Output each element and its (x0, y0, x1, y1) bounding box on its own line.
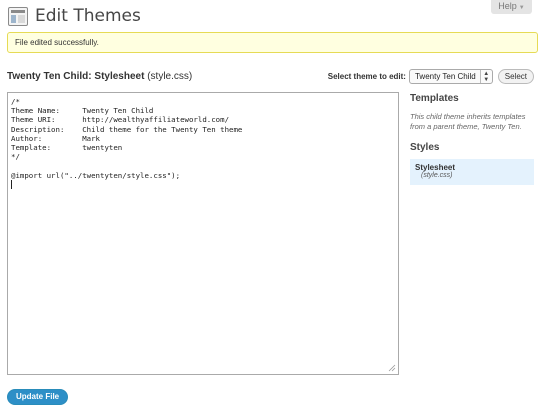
file-path: (style.css) (421, 172, 453, 179)
file-sidebar: Templates This child theme inherits temp… (410, 93, 534, 185)
code-line: Theme Name: Twenty Ten Child (11, 106, 154, 116)
theme-select-label: Select theme to edit: (327, 72, 406, 81)
templates-description: This child theme inherits templates from… (410, 112, 526, 131)
theme-select-dropdown[interactable]: Twenty Ten Child ▲ ▼ (408, 69, 493, 84)
page-title: Edit Themes (35, 6, 141, 26)
help-tab[interactable]: Help ▼ (491, 0, 532, 14)
code-line: /* (11, 97, 20, 106)
file-name: Stylesheet (415, 163, 456, 172)
page-header: Edit Themes (8, 5, 141, 27)
resize-grip-icon[interactable] (388, 364, 396, 372)
sidebar-file-stylesheet[interactable]: Stylesheet (style.css) (410, 159, 534, 185)
file-heading: Twenty Ten Child: Stylesheet (style.css) (7, 71, 192, 82)
chevron-down-icon: ▼ (518, 5, 525, 11)
code-line: */ (11, 152, 20, 162)
code-line: @import url("../twentyten/style.css"); (11, 170, 181, 180)
update-file-button[interactable]: Update File (7, 389, 69, 405)
help-label: Help (498, 1, 517, 11)
code-line: Theme URI: http://wealthyaffiliateworld.… (11, 115, 230, 125)
appearance-icon (8, 6, 28, 26)
file-heading-filename: (style.css) (147, 71, 193, 82)
code-editor[interactable]: /* Theme Name: Twenty Ten Child Theme UR… (7, 92, 399, 375)
select-theme-button[interactable]: Select (497, 69, 534, 84)
theme-select-row: Select theme to edit: Twenty Ten Child ▲… (328, 69, 534, 84)
code-line: Description: Child theme for the Twenty … (11, 124, 243, 134)
cursor-line (11, 179, 395, 189)
code-line: Template: twentyten (11, 142, 123, 152)
theme-select-value: Twenty Ten Child (414, 72, 476, 81)
code-line: Author: Mark (11, 133, 100, 143)
success-notice: File edited successfully. (7, 32, 538, 53)
text-caret (11, 179, 12, 189)
styles-heading: Styles (410, 142, 440, 153)
select-arrows-icon: ▲ ▼ (479, 70, 492, 83)
file-heading-title: Twenty Ten Child: Stylesheet (7, 71, 145, 82)
templates-heading: Templates (410, 93, 459, 104)
